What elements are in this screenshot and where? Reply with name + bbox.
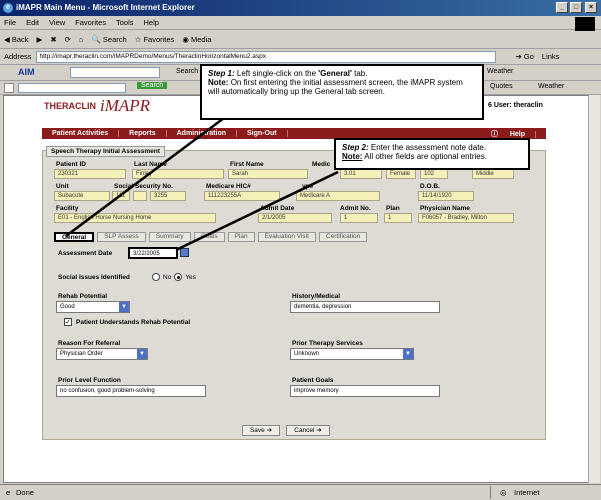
callout-step2: Step 2: Enter the assessment note date. … [334,138,530,170]
step2-title: Step 2: [342,143,369,152]
step1-tail: tab. [351,69,368,78]
status-divider [490,486,491,499]
globe-icon: ◎ [500,488,507,497]
note2-label: Note: [342,152,363,161]
page-done-icon: e [6,488,11,497]
note1-text: On first entering the initial assessment… [208,78,463,96]
note2-text: All other fields are optional entries. [364,152,487,161]
step1-text: Left single-click on the [236,69,319,78]
note1-label: Note: [208,78,229,87]
step1-title: Step 1: [208,69,235,78]
callout-step1: Step 1: Left single-click on the 'Genera… [200,64,484,120]
status-bar: e Done ◎ Internet [0,484,601,500]
step1-bold: 'General' [318,69,352,78]
status-text: Done [16,488,34,497]
step2-text: Enter the assessment note date. [370,143,487,152]
zone-text: Internet [514,488,540,497]
